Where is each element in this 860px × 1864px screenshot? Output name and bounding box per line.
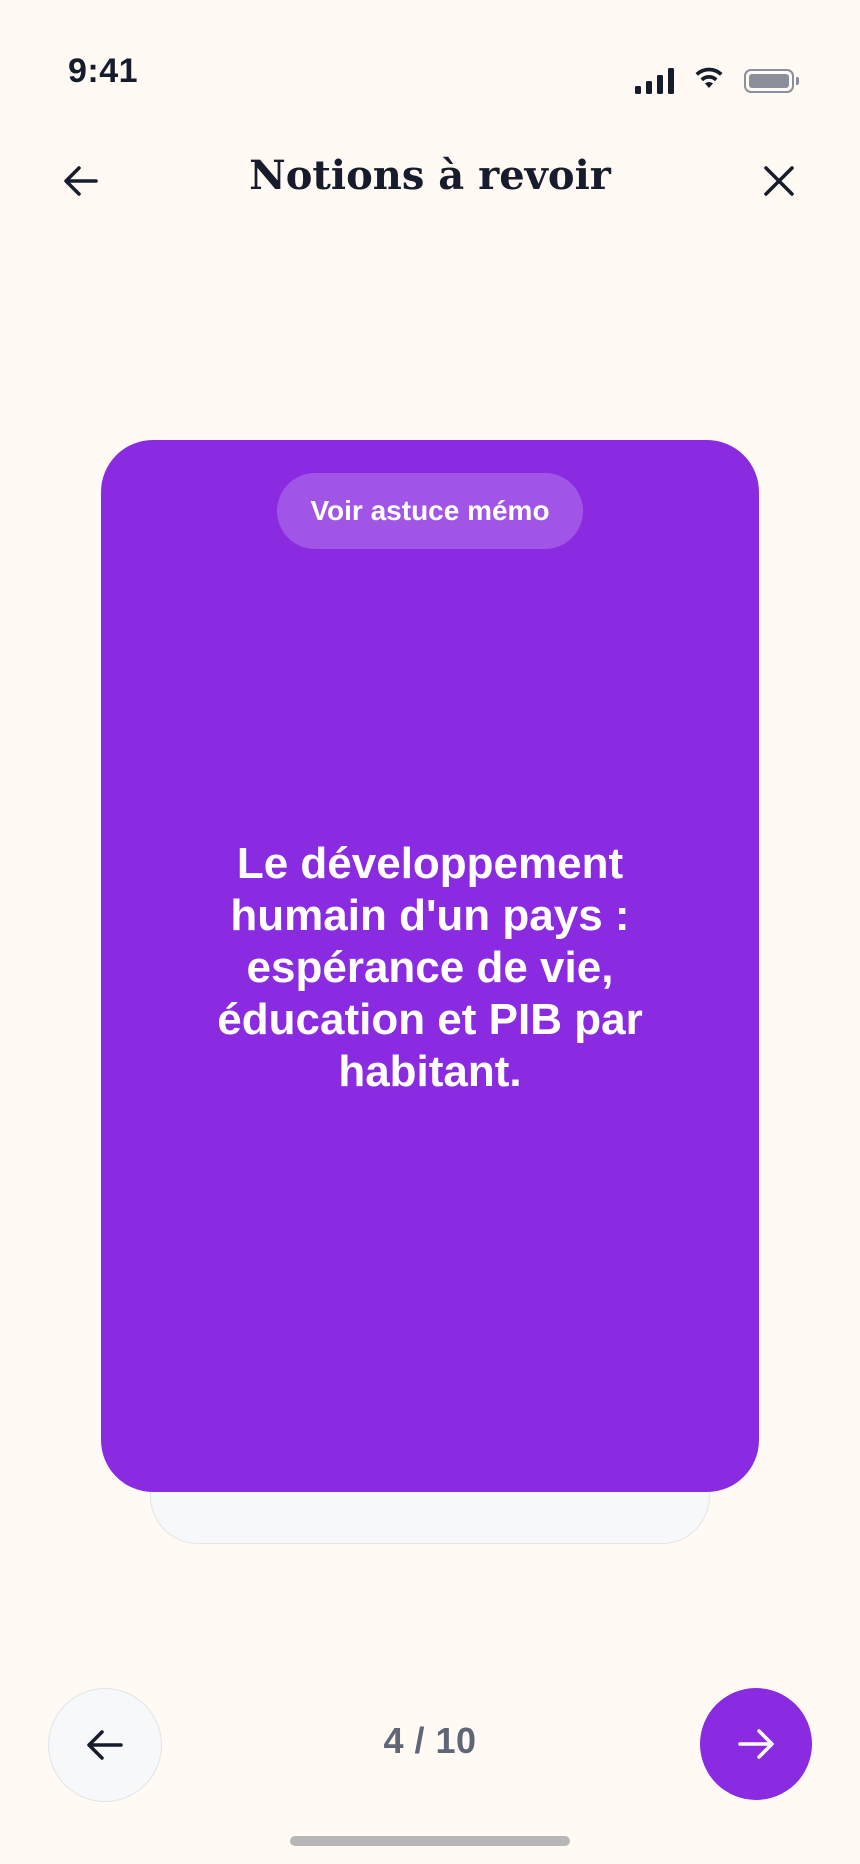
arrow-right-icon — [738, 1729, 774, 1759]
flashcard[interactable]: Voir astuce mémo Le développement humain… — [101, 440, 759, 1492]
next-card-button[interactable] — [700, 1688, 812, 1800]
status-time: 9:41 — [68, 52, 139, 90]
card-text: Le développement humain d'un pays : espé… — [217, 839, 643, 1096]
wifi-icon — [694, 66, 724, 95]
close-icon — [764, 166, 794, 196]
battery-icon — [744, 68, 799, 93]
memo-hint-button[interactable]: Voir astuce mémo — [277, 473, 583, 549]
page-title: Notions à revoir — [249, 152, 611, 199]
close-button[interactable] — [756, 158, 802, 204]
status-icons — [635, 66, 799, 95]
home-indicator — [290, 1836, 570, 1846]
cellular-signal-icon — [635, 67, 674, 94]
flashcard-screen: 9:41 Notions à revoir Voir astuce mémo L… — [0, 0, 860, 1864]
